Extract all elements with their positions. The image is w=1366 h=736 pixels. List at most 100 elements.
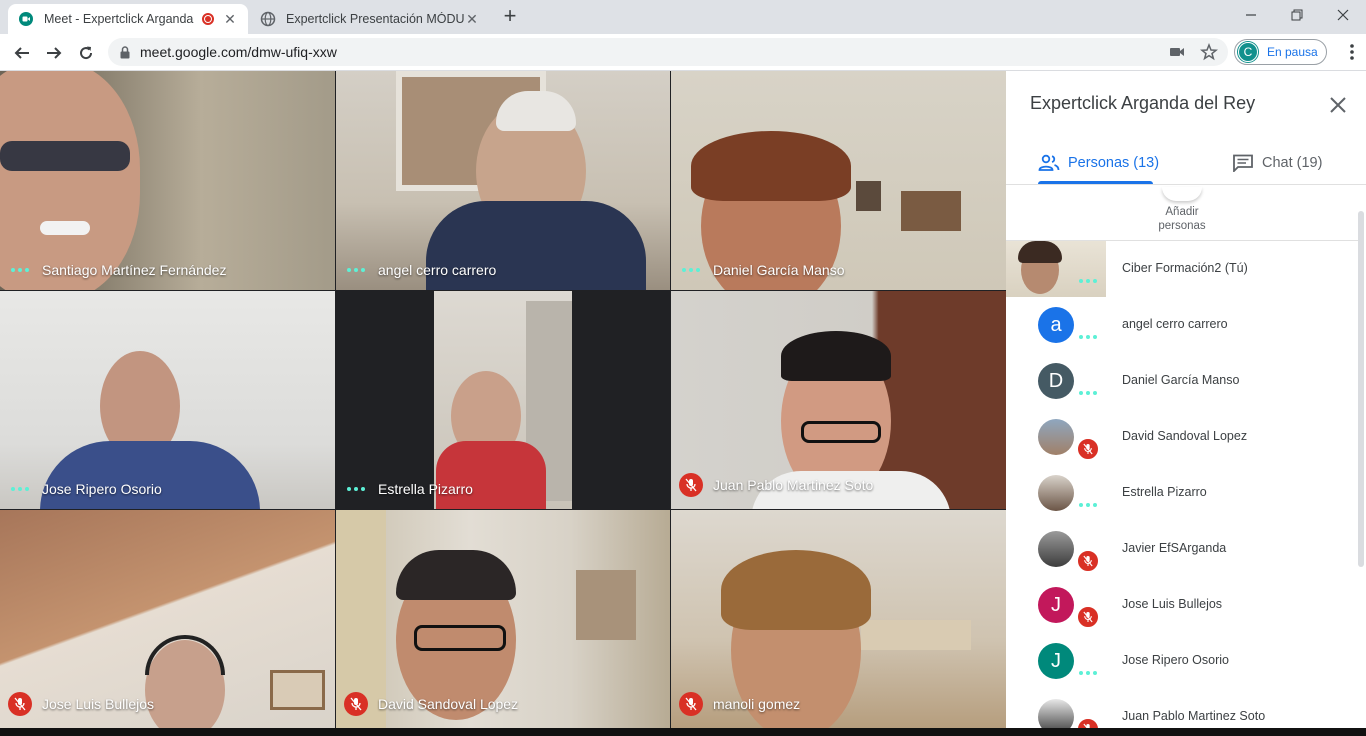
list-item[interactable]: David Sandoval Lopez <box>1006 409 1358 465</box>
avatar: J <box>1038 587 1074 623</box>
participant-name: Daniel García Manso <box>1122 373 1240 387</box>
video-tile[interactable]: Santiago Martínez Fernández <box>0 71 335 290</box>
list-item[interactable]: Estrella Pizarro <box>1006 465 1358 521</box>
video-tile[interactable]: Daniel García Manso <box>671 71 1006 290</box>
participant-label: Estrella Pizarro <box>344 481 473 497</box>
camera-icon[interactable] <box>1168 43 1186 61</box>
video-tile[interactable]: manoli gomez <box>671 510 1006 728</box>
video-tile[interactable]: angel cerro carrero <box>336 71 670 290</box>
mic-off-icon <box>1076 717 1100 728</box>
participant-label: Jose Luis Bullejos <box>8 692 154 716</box>
chat-icon <box>1233 154 1253 172</box>
participant-name: manoli gomez <box>713 696 801 712</box>
browser-tabstrip: Meet - Expertclick Arganda d ✕ Expertcli… <box>0 0 1366 34</box>
people-icon <box>1038 154 1060 171</box>
meet-favicon-icon <box>19 12 33 26</box>
add-people-button[interactable]: Añadir personas <box>1152 187 1212 233</box>
kebab-menu-icon[interactable] <box>1350 43 1354 61</box>
mic-off-icon <box>1076 437 1100 461</box>
speaking-indicator-icon <box>1076 381 1100 405</box>
minimize-button[interactable] <box>1228 0 1274 30</box>
speaking-indicator-icon <box>8 484 32 494</box>
participant-label: Jose Ripero Osorio <box>8 481 162 497</box>
list-item[interactable]: D Daniel García Manso <box>1006 353 1358 409</box>
participant-name: Jose Ripero Osorio <box>1122 653 1229 667</box>
recording-indicator-icon <box>202 13 214 25</box>
bookmark-star-icon[interactable] <box>1200 43 1218 61</box>
list-item[interactable]: a angel cerro carrero <box>1006 297 1358 353</box>
minimize-icon <box>1246 14 1256 16</box>
video-tile[interactable]: David Sandoval Lopez <box>336 510 670 728</box>
avatar: C <box>1238 42 1258 62</box>
url-text: meet.google.com/dmw-ufiq-xxw <box>140 44 337 60</box>
avatar-photo <box>1038 699 1074 728</box>
participants-panel: Expertclick Arganda del Rey Personas (13… <box>1006 71 1366 728</box>
participant-label: angel cerro carrero <box>344 262 496 278</box>
avatar-photo <box>1038 419 1074 455</box>
tab-people[interactable]: Personas (13) <box>1038 141 1159 185</box>
participant-label: David Sandoval Lopez <box>344 692 518 716</box>
participant-label: Santiago Martínez Fernández <box>8 262 226 278</box>
list-item[interactable]: Javier EfSArganda <box>1006 521 1358 577</box>
participant-name: David Sandoval Lopez <box>1122 429 1248 443</box>
speaking-indicator-icon <box>344 484 368 494</box>
new-tab-button[interactable]: + <box>498 5 522 29</box>
participant-name: David Sandoval Lopez <box>378 696 519 712</box>
video-grid: Santiago Martínez Fernández angel cerro … <box>0 71 1006 728</box>
participant-name: Estrella Pizarro <box>378 481 473 497</box>
mic-off-icon <box>1076 549 1100 573</box>
video-tile[interactable]: Juan Pablo Martinez Soto <box>671 291 1006 509</box>
list-item[interactable]: J Jose Luis Bullejos <box>1006 577 1358 633</box>
video-tile[interactable]: Jose Ripero Osorio <box>0 291 335 509</box>
speaking-indicator-icon <box>344 265 368 275</box>
avatar: a <box>1038 307 1074 343</box>
participant-name: Daniel García Manso <box>713 262 845 278</box>
participant-name: Ciber Formación2 (Tú) <box>1122 261 1248 275</box>
tab-meet[interactable]: Meet - Expertclick Arganda d ✕ <box>8 4 248 34</box>
address-bar[interactable]: meet.google.com/dmw-ufiq-xxw <box>108 38 1228 66</box>
mic-off-icon <box>679 473 703 497</box>
participant-label: manoli gomez <box>679 692 800 716</box>
tab-title: Expertclick Presentación MÓDULO <box>286 12 464 26</box>
list-item[interactable]: J Jose Ripero Osorio <box>1006 633 1358 689</box>
panel-title: Expertclick Arganda del Rey <box>1030 93 1256 113</box>
video-tile[interactable]: Jose Luis Bullejos <box>0 510 335 728</box>
tab-people-label: Personas (13) <box>1068 155 1160 171</box>
close-tab-icon[interactable]: ✕ <box>222 11 238 28</box>
tab-presentation[interactable]: Expertclick Presentación MÓDULO ✕ <box>250 4 490 34</box>
close-icon <box>1337 9 1349 21</box>
participant-name: angel cerro carrero <box>1122 317 1228 331</box>
mic-off-icon <box>8 692 32 716</box>
speaking-indicator-icon <box>679 265 703 275</box>
lock-icon <box>120 45 130 58</box>
avatar: J <box>1038 643 1074 679</box>
scrollbar[interactable] <box>1358 211 1364 567</box>
add-person-icon <box>1162 187 1202 201</box>
arrow-left-icon <box>14 47 29 59</box>
participant-label: Juan Pablo Martinez Soto <box>679 473 873 497</box>
tab-title: Meet - Expertclick Arganda d <box>44 12 194 26</box>
speaking-indicator-icon <box>1076 269 1100 293</box>
add-people-label-line2: personas <box>1158 220 1206 232</box>
restore-icon <box>1291 9 1303 21</box>
back-button[interactable] <box>8 39 36 67</box>
close-window-button[interactable] <box>1320 0 1366 30</box>
participant-name: Jose Luis Bullejos <box>42 696 155 712</box>
restore-button[interactable] <box>1274 0 1320 30</box>
browser-toolbar: meet.google.com/dmw-ufiq-xxw C En pausa <box>0 34 1366 71</box>
list-item[interactable]: Ciber Formación2 (Tú) <box>1006 241 1358 297</box>
tab-chat-label: Chat (19) <box>1262 155 1323 171</box>
speaking-indicator-icon <box>1076 493 1100 517</box>
profile-button[interactable]: C En pausa <box>1234 39 1327 65</box>
close-tab-icon[interactable]: ✕ <box>464 11 480 28</box>
taskbar <box>0 728 1366 736</box>
add-people-label-line1: Añadir <box>1165 206 1199 218</box>
video-tile[interactable]: Estrella Pizarro <box>336 291 670 509</box>
tab-chat[interactable]: Chat (19) <box>1232 141 1322 185</box>
participant-name: Estrella Pizarro <box>1122 485 1207 499</box>
forward-button[interactable] <box>40 39 68 67</box>
close-icon[interactable] <box>1326 93 1350 117</box>
list-item[interactable]: Juan Pablo Martinez Soto <box>1006 689 1358 728</box>
avatar-photo <box>1038 475 1074 511</box>
reload-button[interactable] <box>72 39 100 67</box>
